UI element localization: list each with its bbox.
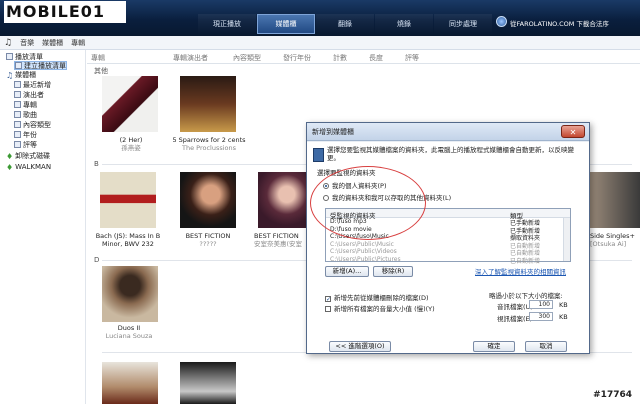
album-cover[interactable]	[180, 76, 236, 132]
list-scrollbar[interactable]	[563, 218, 570, 261]
tab-sync[interactable]: 同步處理	[434, 14, 492, 34]
column-header-row: 專輯 專輯演出者 內容類型 發行年份 計數 長度 評等	[87, 50, 640, 64]
star-icon	[14, 141, 21, 148]
checkbox-checked-icon: ✓	[325, 296, 332, 303]
album-caption: BEST FICTION 安室奈美惠(安室	[254, 232, 303, 248]
checkbox-readd-deleted[interactable]: ✓ 新增先前從媒體櫃刪除的檔案(D)	[325, 292, 429, 303]
checkbox-volume-leveling[interactable]: 新增所有檔案的音量大小值 (慢)(Y)	[325, 303, 435, 313]
column-rating[interactable]: 評等	[405, 53, 419, 63]
music-note-icon: ♫	[4, 37, 13, 48]
album-cover[interactable]	[258, 172, 306, 228]
column-album[interactable]: 專輯	[91, 53, 105, 63]
sidebar-item-removable-drive[interactable]: ♦ 卸除式磁碟	[6, 152, 50, 161]
music-note-icon: ♫	[6, 71, 14, 80]
audio-size-unit: KB	[559, 301, 568, 309]
main-tabs: 現正播放 媒體櫃 翻錄 燒錄 同步處理	[198, 14, 493, 34]
sidebar-item-songs[interactable]: 歌曲	[14, 111, 37, 120]
sidebar-item-recent[interactable]: 最近新增	[14, 81, 51, 90]
album-cover[interactable]	[590, 172, 640, 228]
close-button[interactable]: ✕	[561, 125, 585, 138]
sidebar-item-rating[interactable]: 評等	[14, 141, 37, 150]
group-header-d: D	[94, 256, 100, 264]
song-icon	[14, 111, 21, 118]
walkman-icon: ♦	[6, 163, 14, 172]
ok-button[interactable]: 確定	[473, 341, 515, 352]
album-caption: Duos II Luciana Souza	[105, 324, 153, 340]
audio-size-input[interactable]: 100	[529, 300, 553, 309]
column-length[interactable]: 長度	[369, 53, 383, 63]
sidebar-item-artist[interactable]: 演出者	[14, 91, 44, 100]
advanced-options-button[interactable]: << 進階選項(O)	[329, 341, 391, 352]
store-link[interactable]: 從FAROLATINO.COM 下載合法序	[510, 18, 609, 28]
dialog-title: 新增到媒體櫃	[307, 123, 589, 141]
clock-icon	[14, 81, 21, 88]
crumb-library[interactable]: 媒體櫃	[42, 38, 63, 48]
column-count[interactable]: 計數	[333, 53, 347, 63]
tab-burn[interactable]: 燒錄	[375, 14, 433, 34]
video-size-input[interactable]: 300	[529, 312, 553, 321]
video-size-unit: KB	[559, 313, 568, 321]
sidebar-item-walkman[interactable]: ♦ WALKMAN	[6, 163, 51, 172]
album-caption: BEST FICTION?????	[185, 232, 231, 248]
album-caption: (2 Her) 孫燕姿	[119, 136, 143, 152]
learn-more-link[interactable]: 深入了解監視資料夾的相關資訊	[475, 266, 566, 276]
sidebar-item-library[interactable]: ♫ 媒體櫃	[6, 71, 36, 80]
list-item[interactable]: C:\Users\Public\Music 已自動新增	[326, 241, 570, 250]
album-cover[interactable]	[102, 76, 158, 132]
mobile01-logo: MOBILE01	[4, 1, 126, 23]
checkbox-unchecked-icon	[325, 306, 331, 312]
sidebar-item-create-playlist[interactable]: 建立播放清單	[14, 61, 67, 70]
sidebar-item-album[interactable]: 專輯	[14, 101, 37, 110]
playlist-add-icon	[15, 62, 22, 69]
watermark: #17764	[591, 390, 634, 400]
sidebar-item-year[interactable]: 年份	[14, 131, 37, 140]
playlist-icon	[6, 53, 13, 60]
artist-icon	[14, 91, 21, 98]
sidebar-item-genre[interactable]: 內容類型	[14, 121, 51, 130]
add-folder-button[interactable]: 新增(A)...	[325, 266, 369, 277]
dialog-description: 選擇您要監視其媒體檔案的資料夾，此電腦上的播放程式媒體櫃會自動更新，以反映變更。	[327, 146, 574, 162]
album-caption: 5 Sparrows for 2 cents The Proclussions	[172, 136, 246, 152]
album-cover[interactable]	[100, 172, 156, 228]
list-item[interactable]: C:\Users\Public\Videos 已自動新增	[326, 248, 570, 257]
online-store-icon[interactable]	[496, 16, 507, 27]
cancel-button[interactable]: 取消	[525, 341, 567, 352]
album-caption: Side Singles+ [Otsuka Ai]	[590, 232, 635, 248]
album-cover[interactable]	[180, 362, 236, 404]
group-header-other: 其他	[94, 67, 108, 75]
tab-library[interactable]: 媒體櫃	[257, 14, 315, 34]
crumb-album[interactable]: 專輯	[71, 38, 85, 48]
crumb-music[interactable]: 音樂	[20, 38, 34, 48]
tab-rip[interactable]: 翻錄	[316, 14, 374, 34]
album-caption: Bach (JS): Mass In B Minor, BWV 232	[95, 232, 161, 248]
column-genre[interactable]: 內容類型	[233, 53, 261, 63]
album-cover[interactable]	[102, 362, 158, 404]
drive-icon: ♦	[6, 152, 14, 161]
skip-small-files-label: 略過小於以下大小的檔案:	[489, 292, 563, 300]
breadcrumb: ♫ 音樂 媒體櫃 專輯	[0, 36, 640, 50]
tab-now-playing[interactable]: 現正播放	[198, 14, 256, 34]
calendar-icon	[14, 131, 21, 138]
list-item[interactable]: C:\Users\Public\Pictures 已自動新增	[326, 256, 570, 265]
album-cover[interactable]	[102, 266, 158, 322]
column-album-artist[interactable]: 專輯演出者	[173, 53, 208, 63]
highlight-circle	[310, 166, 426, 240]
media-library-icon	[313, 148, 324, 162]
group-header-b: B	[94, 160, 99, 168]
navigation-pane: 播放清單 建立播放清單 ♫ 媒體櫃 最近新增 演出者 專輯 歌曲 內容類型 年份 …	[0, 50, 86, 404]
top-navigation-bar: MOBILE01 現正播放 媒體櫃 翻錄 燒錄 同步處理 從FAROLATINO…	[0, 0, 640, 36]
album-icon	[14, 101, 21, 108]
remove-folder-button[interactable]: 移除(R)	[373, 266, 413, 277]
album-cover[interactable]	[180, 172, 236, 228]
column-year[interactable]: 發行年份	[283, 53, 311, 63]
genre-icon	[14, 121, 21, 128]
